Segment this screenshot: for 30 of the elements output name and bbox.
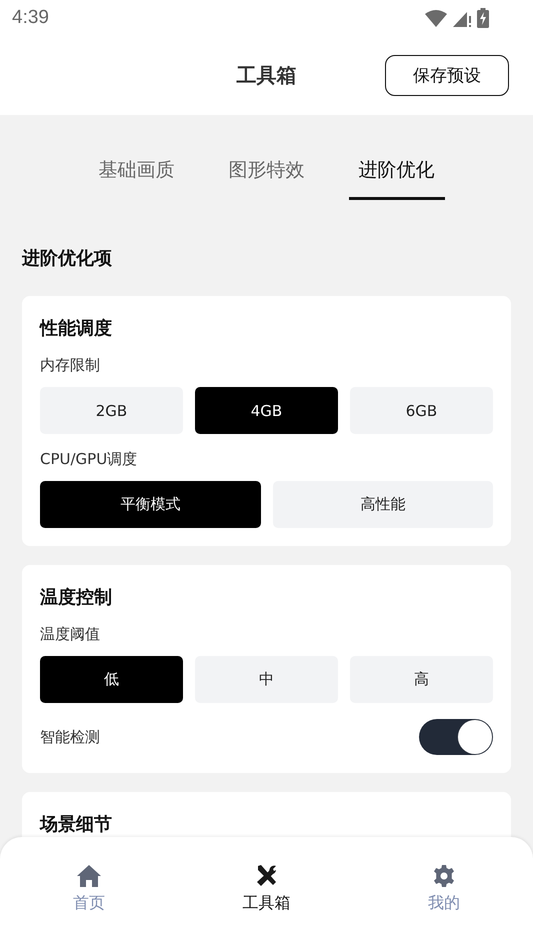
card-title: 性能调度: [40, 317, 113, 340]
option-button[interactable]: 4GB: [195, 387, 338, 434]
signal-icon: [453, 10, 471, 26]
option-label: 内存限制: [40, 356, 101, 375]
option-button[interactable]: 中: [195, 656, 338, 703]
option-button[interactable]: 6GB: [350, 387, 493, 434]
option-button[interactable]: 平衡模式: [40, 481, 260, 528]
option-button[interactable]: 2GB: [40, 387, 183, 434]
tab[interactable]: 基础画质: [88, 149, 184, 200]
card-title: 温度控制: [40, 586, 113, 609]
option-button[interactable]: 高性能: [272, 481, 493, 528]
tab[interactable]: 图形特效: [218, 149, 314, 200]
battery-icon: [477, 8, 489, 28]
card-title: 场景细节: [40, 813, 113, 836]
toggle-label: 智能检测: [40, 728, 100, 746]
home-icon: [76, 865, 101, 887]
toggle-switch[interactable]: [419, 719, 493, 755]
option-label: CPU/GPU调度: [40, 450, 138, 469]
status-time: 4:39: [12, 7, 49, 29]
section-title: 进阶优化项: [22, 247, 113, 270]
option-label: 温度阈值: [40, 625, 101, 644]
save-preset-button[interactable]: 保存预设: [385, 55, 509, 96]
option-button[interactable]: 高: [350, 656, 493, 703]
tools-icon: [256, 865, 278, 887]
nav-item[interactable]: 工具箱: [178, 837, 356, 948]
option-button[interactable]: 低: [40, 656, 183, 703]
screen-title: 工具箱: [236, 62, 296, 89]
gear-icon: [433, 865, 456, 887]
tab[interactable]: 进阶优化: [348, 149, 444, 200]
wifi-icon: [425, 10, 447, 26]
